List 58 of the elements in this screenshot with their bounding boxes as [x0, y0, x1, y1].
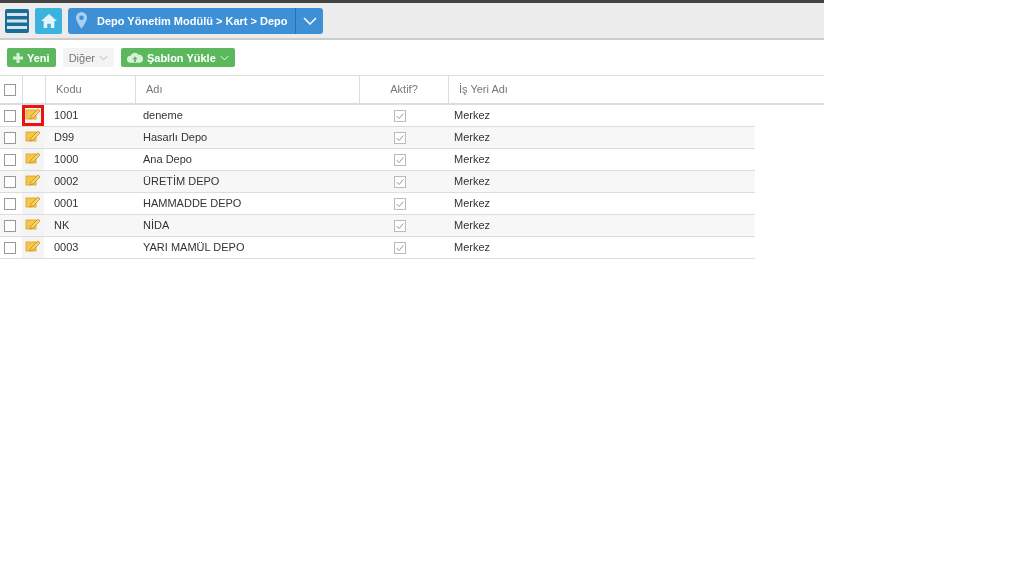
column-header: Adı [135, 76, 360, 103]
edit-icon[interactable] [25, 239, 41, 253]
chevron-down-icon [98, 54, 108, 61]
other-dropdown[interactable]: Diğer [62, 48, 114, 67]
column-header: İş Yeri Adı [448, 76, 824, 103]
table-cell: Merkez [444, 192, 755, 214]
active-checkbox[interactable] [394, 153, 406, 166]
home-icon[interactable] [35, 7, 62, 34]
row-checkbox[interactable] [4, 175, 16, 188]
edit-icon[interactable] [25, 173, 41, 187]
select-all-checkbox[interactable] [4, 83, 16, 96]
active-checkbox[interactable] [394, 197, 406, 210]
table-cell: Merkez [444, 126, 755, 148]
table-cell: NİDA [133, 214, 356, 236]
cloud-upload-icon [126, 52, 143, 63]
table-cell: HAMMADDE DEPO [133, 192, 356, 214]
table-cell: 0002 [44, 170, 133, 192]
table-cell: D99 [44, 126, 133, 148]
upload-template-button[interactable]: Şablon Yükle [120, 48, 235, 67]
table-cell: YARI MAMÜL DEPO [133, 236, 356, 258]
location-pin-icon [76, 12, 87, 29]
table-cell: Hasarlı Depo [133, 126, 356, 148]
active-checkbox[interactable] [394, 219, 406, 232]
table-cell: ÜRETİM DEPO [133, 170, 356, 192]
column-header: Kodu [45, 76, 136, 103]
new-button[interactable]: Yeni [7, 48, 56, 67]
table-cell: 1001 [44, 104, 133, 126]
chevron-down-icon [219, 54, 229, 61]
table-cell: 0001 [44, 192, 133, 214]
table-cell: Merkez [444, 236, 755, 258]
row-checkbox[interactable] [4, 241, 16, 254]
edit-icon[interactable] [25, 107, 41, 121]
active-checkbox[interactable] [394, 109, 406, 122]
table-cell: 1000 [44, 148, 133, 170]
row-checkbox[interactable] [4, 153, 16, 166]
table-cell: Merkez [444, 104, 755, 126]
table-cell: Merkez [444, 148, 755, 170]
table-cell: deneme [133, 104, 356, 126]
chevron-down-icon[interactable] [303, 16, 317, 25]
edit-icon[interactable] [25, 151, 41, 165]
edit-icon[interactable] [25, 217, 41, 231]
edit-icon[interactable] [25, 195, 41, 209]
plus-icon [13, 52, 23, 63]
active-checkbox[interactable] [394, 241, 406, 254]
row-checkbox[interactable] [4, 219, 16, 232]
table-cell: Merkez [444, 170, 755, 192]
menu-icon[interactable] [5, 8, 29, 33]
row-checkbox[interactable] [4, 197, 16, 210]
row-checkbox[interactable] [4, 131, 16, 144]
table-cell: 0003 [44, 236, 133, 258]
table-cell: NK [44, 214, 133, 236]
active-checkbox[interactable] [394, 175, 406, 188]
active-checkbox[interactable] [394, 131, 406, 144]
table-cell: Merkez [444, 214, 755, 236]
column-header: Aktif? [359, 76, 449, 103]
row-checkbox[interactable] [4, 109, 16, 122]
table-cell: Ana Depo [133, 148, 356, 170]
edit-icon[interactable] [25, 129, 41, 143]
